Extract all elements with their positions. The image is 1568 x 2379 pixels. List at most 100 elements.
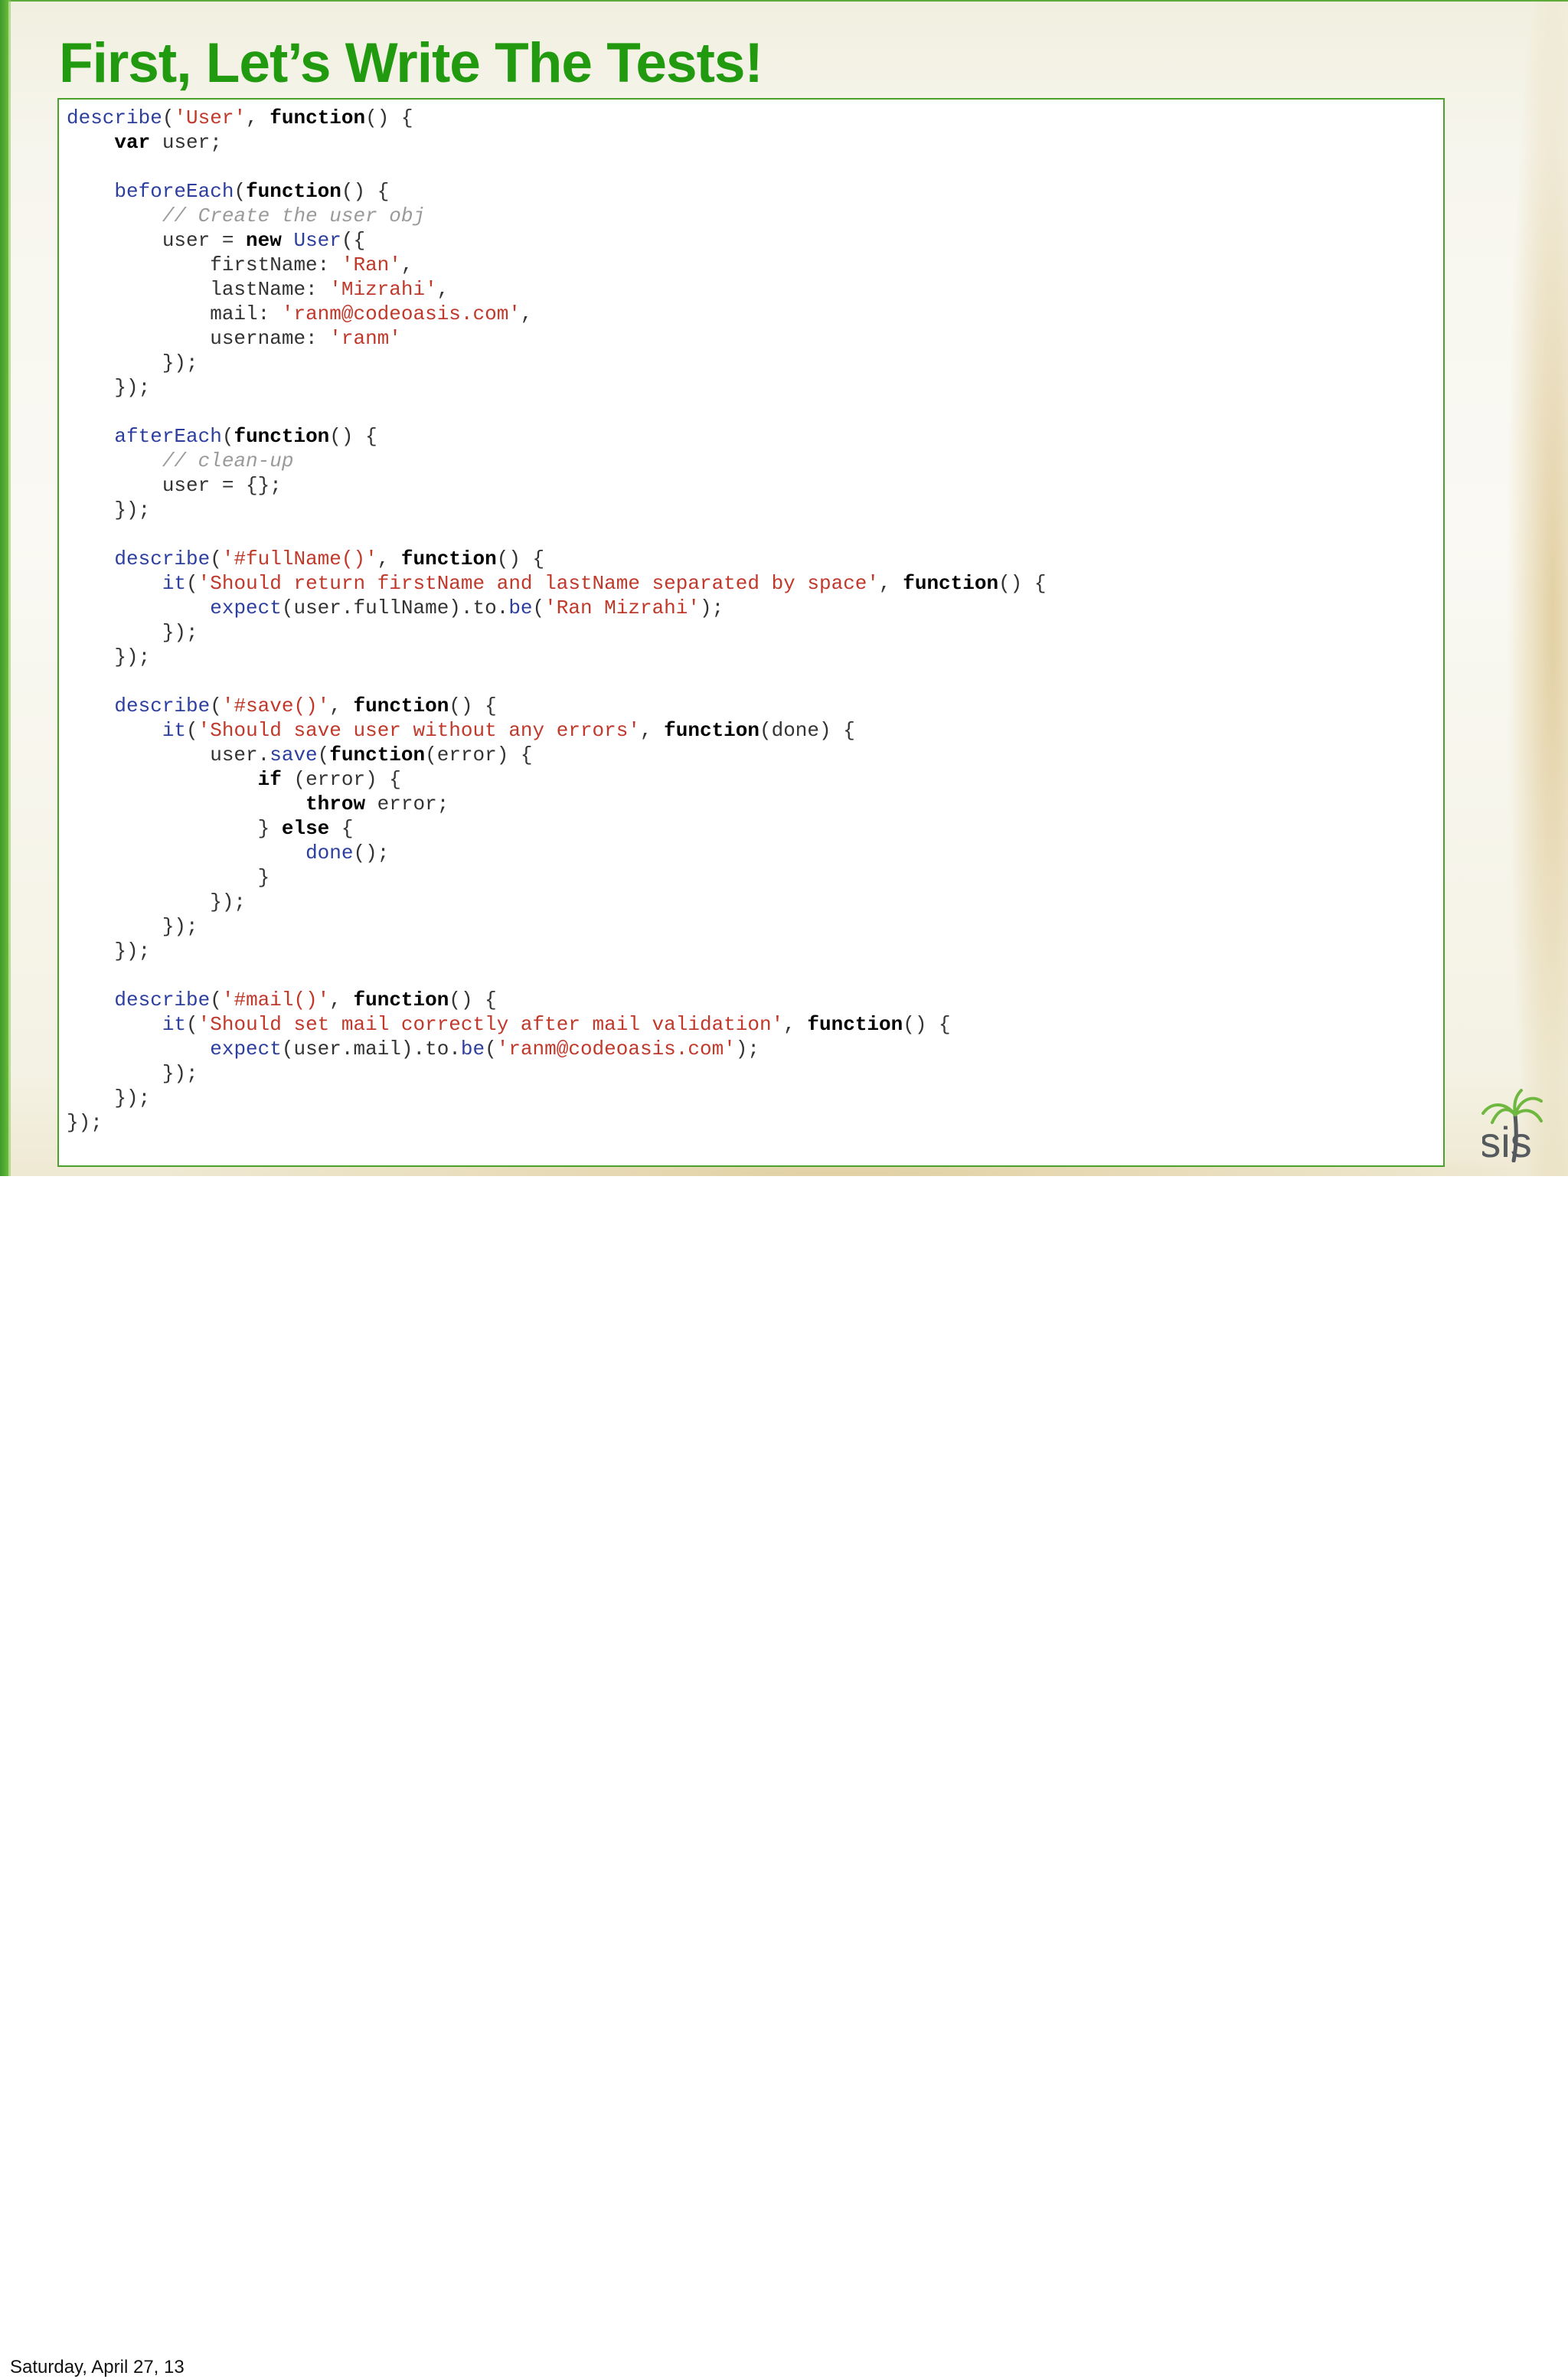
code-token: , xyxy=(639,719,665,742)
code-token: () { xyxy=(341,180,390,203)
code-token: , xyxy=(377,547,401,570)
code-token: (); xyxy=(353,841,390,864)
code-token: 'Should set mail correctly after mail va… xyxy=(198,1013,784,1036)
code-token: 'ranm@codeoasis.com' xyxy=(281,302,521,325)
code-token: , xyxy=(520,302,533,325)
code-line: describe('#fullName()', function() { xyxy=(67,547,1046,571)
code-line: }); xyxy=(67,351,1046,375)
code-line: afterEach(function() { xyxy=(67,424,1046,449)
code-token: ( xyxy=(186,1013,198,1036)
code-token: ( xyxy=(210,547,222,570)
code-token: } xyxy=(67,866,270,889)
code-token: , xyxy=(246,106,270,129)
code-token: }); xyxy=(67,498,151,521)
code-token: ( xyxy=(210,989,222,1011)
code-token: }); xyxy=(67,915,198,938)
code-token: username: xyxy=(67,327,330,350)
code-token: new xyxy=(246,229,282,252)
code-token: // clean-up xyxy=(162,449,294,472)
code-token: done xyxy=(305,841,354,864)
code-token: mail: xyxy=(67,302,282,325)
code-token: '#mail()' xyxy=(221,989,330,1011)
code-line: }); xyxy=(67,620,1046,645)
code-token: function xyxy=(270,106,366,129)
top-border-line xyxy=(0,0,1568,2)
code-token: }); xyxy=(67,890,247,913)
code-token: ( xyxy=(317,743,330,766)
code-line: }); xyxy=(67,939,1046,963)
code-line: describe('User', function() { xyxy=(67,106,1046,130)
code-line: }); xyxy=(67,914,1046,939)
code-line: var user; xyxy=(67,130,1046,155)
code-line: } xyxy=(67,865,1046,890)
code-token: 'ranm' xyxy=(329,327,401,350)
code-token: ( xyxy=(532,596,545,619)
code-token: , xyxy=(329,989,354,1011)
code-token: ({ xyxy=(341,229,366,252)
code-token: function xyxy=(807,1013,903,1036)
code-token: (error) { xyxy=(281,768,401,791)
code-token: ( xyxy=(162,106,175,129)
code-line: describe('#save()', function() { xyxy=(67,694,1046,718)
code-token: // Create the user obj xyxy=(162,204,426,227)
code-token: , xyxy=(783,1013,808,1036)
code-token: it xyxy=(162,572,187,595)
code-token: afterEach xyxy=(114,425,222,448)
code-token: save xyxy=(270,743,318,766)
code-token: it xyxy=(162,719,187,742)
code-token: () { xyxy=(496,547,545,570)
code-token: throw xyxy=(305,792,366,815)
code-token: function xyxy=(246,180,341,203)
code-token: error; xyxy=(365,792,449,815)
code-token: it xyxy=(162,1013,187,1036)
code-token: 'ranm@codeoasis.com' xyxy=(496,1038,736,1060)
code-line: it('Should set mail correctly after mail… xyxy=(67,1012,1046,1037)
code-token: }); xyxy=(67,351,198,374)
code-token: lastName: xyxy=(67,278,330,301)
code-token: function xyxy=(353,694,449,717)
code-line: done(); xyxy=(67,841,1046,865)
code-token: , xyxy=(879,572,903,595)
code-token: }); xyxy=(67,1087,151,1109)
code-line: expect(user.fullName).to.be('Ran Mizrahi… xyxy=(67,596,1046,620)
code-token: user = xyxy=(67,229,247,252)
code-token: { xyxy=(329,817,354,840)
code-token: be xyxy=(508,596,533,619)
code-token: () { xyxy=(365,106,413,129)
code-line: }); xyxy=(67,1110,1046,1135)
code-token: }); xyxy=(67,621,198,644)
code-token: (done) { xyxy=(760,719,855,742)
code-token: user. xyxy=(67,743,270,766)
left-accent-bar xyxy=(0,0,8,1176)
code-token: var xyxy=(114,131,151,154)
code-line: // Create the user obj xyxy=(67,204,1046,228)
code-token: () { xyxy=(998,572,1047,595)
code-line: }); xyxy=(67,890,1046,914)
code-line: expect(user.mail).to.be('ranm@codeoasis.… xyxy=(67,1037,1046,1061)
footer-date: Saturday, April 27, 13 xyxy=(10,2357,185,2377)
code-token: 'Mizrahi' xyxy=(329,278,437,301)
code-token: 'Ran' xyxy=(341,253,401,276)
code-token: 'Should save user without any errors' xyxy=(198,719,640,742)
code-token: user; xyxy=(150,131,222,154)
code-token: 'Ran Mizrahi' xyxy=(544,596,700,619)
code-token: describe xyxy=(114,989,211,1011)
code-token: function xyxy=(329,743,426,766)
code-token: () { xyxy=(329,425,377,448)
code-token: (user.fullName).to. xyxy=(281,596,509,619)
